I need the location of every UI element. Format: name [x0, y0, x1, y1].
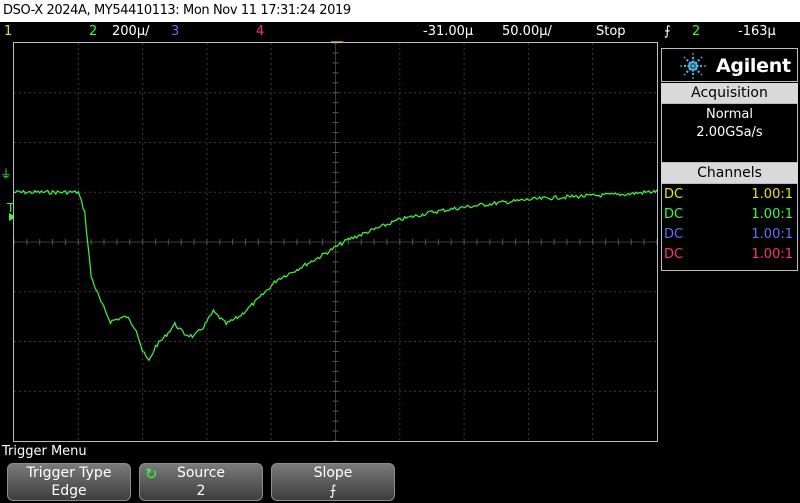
channels-header[interactable]: Channels [661, 163, 798, 183]
channels-panel: DC 1.00:1 DC 1.00:1 DC 1.00:1 DC 1.00:1 [661, 183, 798, 271]
softkey-value: Edge [51, 483, 87, 499]
acquisition-mode: Normal [705, 107, 754, 122]
falling-edge-icon: ⨍ [664, 24, 671, 39]
channel-probe-ratio: 1.00:1 [751, 187, 793, 202]
logo-text: Agilent [716, 55, 791, 77]
trigger-source: 2 [692, 24, 701, 39]
channel-probe-ratio: 1.00:1 [751, 247, 793, 262]
run-state: Stop [596, 24, 626, 39]
timebase-readout: 50.00µ/ [502, 24, 552, 39]
channel-probe-ratio: 1.00:1 [751, 207, 793, 222]
softkey-label: Trigger Type [26, 465, 112, 481]
falling-edge-icon: ⨍ [329, 483, 337, 499]
status-bar: 1 2 200µ/ 3 4 -31.00µ 50.00µ/ Stop ⨍ 2 -… [0, 22, 800, 42]
ch1-indicator[interactable]: 1 [4, 22, 12, 42]
channel-coupling: DC [664, 207, 684, 222]
graticule [14, 43, 657, 441]
side-panel: Agilent Acquisition Normal 2.00GSa/s Cha… [661, 42, 800, 442]
menu-title: Trigger Menu [2, 444, 87, 459]
channel-probe-ratio: 1.00:1 [751, 227, 793, 242]
softkey-value: 2 [196, 483, 206, 499]
ch3-indicator[interactable]: 3 [171, 22, 179, 42]
title-bar: DSO-X 2024A, MY54410113: Mon Nov 11 17:3… [0, 0, 800, 22]
channel-row-4[interactable]: DC 1.00:1 [662, 245, 797, 265]
channel-row-3[interactable]: DC 1.00:1 [662, 225, 797, 245]
agilent-logo: Agilent [661, 48, 798, 82]
softkey-label: Source [176, 465, 226, 481]
acquisition-header[interactable]: Acquisition [661, 83, 798, 103]
ch2-scale: 200µ/ [112, 24, 150, 39]
sample-rate: 2.00GSa/s [696, 125, 763, 140]
channel-row-2[interactable]: DC 1.00:1 [662, 205, 797, 225]
agilent-spark-icon [680, 53, 706, 79]
channel-row-1[interactable]: DC 1.00:1 [662, 185, 797, 205]
waveform-display[interactable] [13, 42, 658, 442]
channel-coupling: DC [664, 247, 684, 262]
softkey-label: Slope [313, 465, 353, 481]
softkey-source[interactable]: ↻ Source 2 [139, 463, 263, 501]
channel-coupling: DC [664, 187, 684, 202]
ground-icon: ⏚ [0, 167, 13, 181]
acquisition-panel: Normal 2.00GSa/s [661, 103, 798, 163]
title-text: DSO-X 2024A, MY54410113: Mon Nov 11 17:3… [3, 3, 351, 18]
trigger-level-readout: -163µ [738, 24, 776, 39]
channel-coupling: DC [664, 227, 684, 242]
delay-readout: -31.00µ [423, 24, 474, 39]
softkey-slope[interactable]: Slope ⨍ [271, 463, 395, 501]
ch4-indicator[interactable]: 4 [256, 22, 264, 42]
softkey-trigger-type[interactable]: Trigger Type Edge [7, 463, 131, 501]
ch2-indicator[interactable]: 2 [89, 22, 97, 42]
